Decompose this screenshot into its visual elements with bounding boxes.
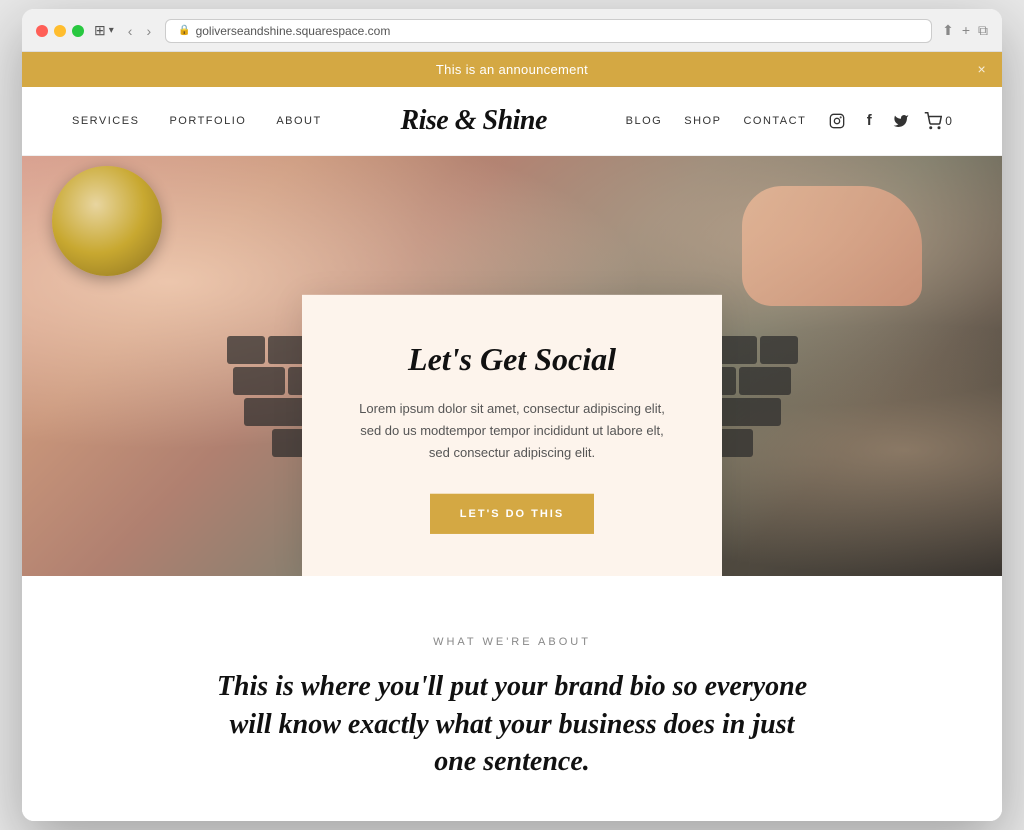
twitter-icon[interactable]	[892, 112, 910, 130]
section-title: This is where you'll put your brand bio …	[212, 668, 812, 781]
minimize-button[interactable]	[54, 25, 66, 37]
section-eyebrow: WHAT WE'RE ABOUT	[72, 636, 952, 648]
nav-link-services[interactable]: SERVICES	[72, 115, 139, 127]
sidebar-toggle-button[interactable]: ⊞▾	[94, 22, 114, 39]
tabs-icon[interactable]: ⧉	[978, 22, 988, 39]
coffee-cup-decoration	[52, 166, 172, 286]
forward-button[interactable]: ›	[142, 21, 155, 41]
cta-button[interactable]: LET'S DO THIS	[430, 494, 594, 534]
new-tab-icon[interactable]: +	[962, 22, 970, 39]
cart-icon	[924, 112, 942, 130]
announcement-text: This is an announcement	[436, 62, 588, 77]
traffic-lights	[36, 25, 84, 37]
browser-controls: ‹ ›	[124, 21, 155, 41]
url-display: goliverseandshine.squarespace.com	[196, 24, 391, 38]
instagram-icon[interactable]	[828, 112, 846, 130]
nav-link-blog[interactable]: BLOG	[626, 115, 663, 127]
lock-icon: 🔒	[178, 25, 190, 36]
site-logo[interactable]: Rise & Shine	[400, 105, 546, 137]
social-card-title: Let's Get Social	[352, 340, 672, 378]
social-card-text: Lorem ipsum dolor sit amet, consectur ad…	[352, 398, 672, 464]
nav-right: BLOG SHOP CONTACT f	[626, 112, 952, 130]
social-card: Let's Get Social Lorem ipsum dolor sit a…	[302, 295, 722, 576]
back-button[interactable]: ‹	[124, 21, 137, 41]
cart-icon-wrap[interactable]: 0	[924, 112, 952, 130]
announcement-bar: This is an announcement ×	[22, 52, 1002, 87]
browser-chrome: ⊞▾ ‹ › 🔒 goliverseandshine.squarespace.c…	[22, 9, 1002, 52]
about-section: WHAT WE'RE ABOUT This is where you'll pu…	[22, 576, 1002, 821]
close-button[interactable]	[36, 25, 48, 37]
nav-link-contact[interactable]: CONTACT	[743, 115, 806, 127]
main-navigation: SERVICES PORTFOLIO ABOUT Rise & Shine BL…	[22, 87, 1002, 156]
website-content: This is an announcement × SERVICES PORTF…	[22, 52, 1002, 821]
browser-window: ⊞▾ ‹ › 🔒 goliverseandshine.squarespace.c…	[22, 9, 1002, 821]
hero-section: Let's Get Social Lorem ipsum dolor sit a…	[22, 156, 1002, 576]
share-icon[interactable]: ⬆	[942, 22, 954, 39]
cart-count: 0	[945, 114, 952, 128]
address-bar[interactable]: 🔒 goliverseandshine.squarespace.com	[165, 19, 932, 43]
maximize-button[interactable]	[72, 25, 84, 37]
hand-decoration	[742, 186, 922, 306]
announcement-close-button[interactable]: ×	[978, 61, 986, 77]
nav-link-portfolio[interactable]: PORTFOLIO	[169, 115, 246, 127]
nav-link-shop[interactable]: SHOP	[684, 115, 721, 127]
nav-link-about[interactable]: ABOUT	[276, 115, 321, 127]
facebook-icon[interactable]: f	[860, 112, 878, 130]
nav-left: SERVICES PORTFOLIO ABOUT	[72, 115, 322, 127]
social-icons: f 0	[828, 112, 952, 130]
browser-actions: ⬆ + ⧉	[942, 22, 988, 39]
